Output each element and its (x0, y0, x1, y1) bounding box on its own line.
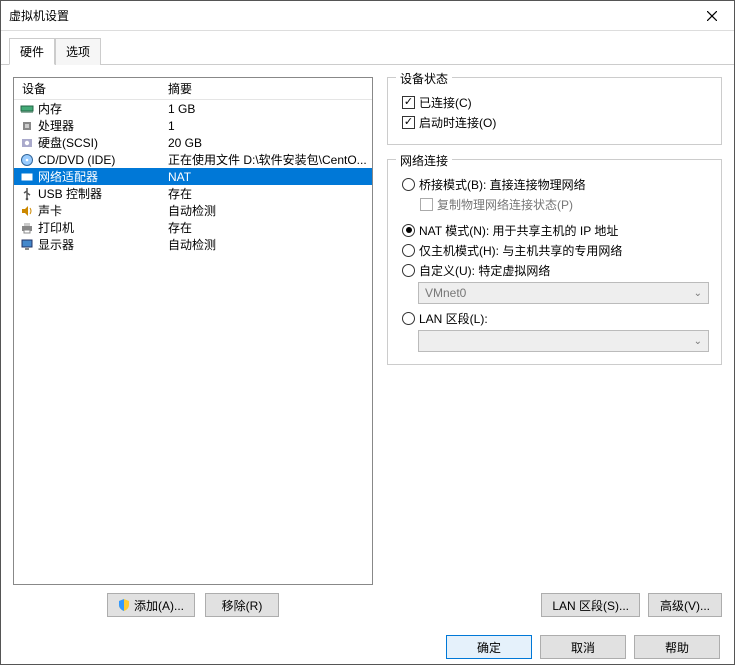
device-row-disk[interactable]: 硬盘(SCSI)20 GB (14, 134, 372, 151)
ok-button[interactable]: 确定 (446, 635, 532, 659)
device-row-net[interactable]: 网络适配器NAT (14, 168, 372, 185)
device-summary: 1 (164, 119, 372, 133)
device-summary: 20 GB (164, 136, 372, 150)
device-row-print[interactable]: 打印机存在 (14, 219, 372, 236)
lan-segments-button[interactable]: LAN 区段(S)... (541, 593, 640, 617)
device-name: 网络适配器 (36, 168, 164, 185)
lan-label: LAN 区段(L): (419, 310, 488, 327)
connect-on-label: 启动时连接(O) (419, 114, 496, 131)
add-button[interactable]: 添加(A)... (107, 593, 195, 617)
content-area: 设备 摘要 内存1 GB处理器1硬盘(SCSI)20 GBCD/DVD (IDE… (1, 65, 734, 625)
display-icon (18, 238, 36, 252)
device-summary: NAT (164, 170, 372, 184)
host-label: 仅主机模式(H): 与主机共享的专用网络 (419, 242, 622, 259)
device-row-memory[interactable]: 内存1 GB (14, 100, 372, 117)
radio-nat[interactable]: NAT 模式(N): 用于共享主机的 IP 地址 (400, 220, 709, 240)
header-device: 设备 (14, 80, 164, 97)
network-group: 网络连接 桥接模式(B): 直接连接物理网络 复制物理网络连接状态(P) NAT… (387, 159, 722, 365)
custom-label: 自定义(U): 特定虚拟网络 (419, 262, 550, 279)
radio-off-icon (402, 244, 415, 257)
hw-buttons: 添加(A)... 移除(R) (13, 593, 373, 617)
header-summary: 摘要 (164, 80, 372, 97)
radio-hostonly[interactable]: 仅主机模式(H): 与主机共享的专用网络 (400, 240, 709, 260)
help-button[interactable]: 帮助 (634, 635, 720, 659)
device-name: 显示器 (36, 236, 164, 253)
device-summary: 正在使用文件 D:\软件安装包\CentO... (164, 151, 372, 168)
bridge-label: 桥接模式(B): 直接连接物理网络 (419, 176, 586, 193)
group-title-network: 网络连接 (396, 152, 452, 169)
checkbox-on-icon (402, 96, 415, 109)
radio-off-icon (402, 312, 415, 325)
nat-label: NAT 模式(N): 用于共享主机的 IP 地址 (419, 222, 618, 239)
device-summary: 自动检测 (164, 236, 372, 253)
vmnet-combo: VMnet0 ⌄ (418, 282, 709, 304)
close-icon (707, 11, 717, 21)
right-footer-buttons: LAN 区段(S)... 高级(V)... (387, 589, 722, 617)
radio-bridge[interactable]: 桥接模式(B): 直接连接物理网络 (400, 174, 709, 194)
device-row-cpu[interactable]: 处理器1 (14, 117, 372, 134)
group-title-status: 设备状态 (396, 70, 452, 87)
sound-icon (18, 204, 36, 218)
disk-icon (18, 136, 36, 150)
radio-off-icon (402, 178, 415, 191)
remove-button[interactable]: 移除(R) (205, 593, 279, 617)
add-label: 添加(A)... (134, 597, 184, 614)
vmnet-value: VMnet0 (425, 286, 466, 300)
title-bar: 虚拟机设置 (1, 1, 734, 31)
device-name: 声卡 (36, 202, 164, 219)
radio-lan-segment[interactable]: LAN 区段(L): (400, 308, 709, 328)
right-panel: 设备状态 已连接(C) 启动时连接(O) 网络连接 桥接模式(B): 直接连接物… (387, 77, 722, 617)
tab-options[interactable]: 选项 (55, 38, 101, 65)
net-icon (18, 170, 36, 184)
cpu-icon (18, 119, 36, 133)
advanced-button[interactable]: 高级(V)... (648, 593, 722, 617)
radio-off-icon (402, 264, 415, 277)
list-body: 内存1 GB处理器1硬盘(SCSI)20 GBCD/DVD (IDE)正在使用文… (14, 100, 372, 584)
left-panel: 设备 摘要 内存1 GB处理器1硬盘(SCSI)20 GBCD/DVD (IDE… (13, 77, 373, 617)
replicate-label: 复制物理网络连接状态(P) (437, 196, 573, 213)
device-summary: 存在 (164, 185, 372, 202)
dialog-footer: 确定 取消 帮助 (1, 625, 734, 669)
device-name: 内存 (36, 100, 164, 117)
lan-combo: ⌄ (418, 330, 709, 352)
print-icon (18, 221, 36, 235)
device-row-display[interactable]: 显示器自动检测 (14, 236, 372, 253)
connected-checkbox[interactable]: 已连接(C) (400, 92, 709, 112)
radio-on-icon (402, 224, 415, 237)
device-summary: 自动检测 (164, 202, 372, 219)
radio-custom[interactable]: 自定义(U): 特定虚拟网络 (400, 260, 709, 280)
list-header: 设备 摘要 (14, 78, 372, 100)
usb-icon (18, 187, 36, 201)
device-name: 处理器 (36, 117, 164, 134)
checkbox-off-icon (420, 198, 433, 211)
close-button[interactable] (689, 1, 734, 30)
memory-icon (18, 102, 36, 116)
device-summary: 1 GB (164, 102, 372, 116)
device-name: USB 控制器 (36, 185, 164, 202)
device-row-sound[interactable]: 声卡自动检测 (14, 202, 372, 219)
chevron-down-icon: ⌄ (694, 336, 702, 347)
device-list: 设备 摘要 内存1 GB处理器1硬盘(SCSI)20 GBCD/DVD (IDE… (13, 77, 373, 585)
chevron-down-icon: ⌄ (694, 288, 702, 299)
tab-hardware[interactable]: 硬件 (9, 38, 55, 65)
checkbox-on-icon (402, 116, 415, 129)
connect-on-start-checkbox[interactable]: 启动时连接(O) (400, 112, 709, 132)
cd-icon (18, 153, 36, 167)
shield-icon (118, 599, 130, 611)
connected-label: 已连接(C) (419, 94, 472, 111)
device-name: 硬盘(SCSI) (36, 134, 164, 151)
cancel-button[interactable]: 取消 (540, 635, 626, 659)
window-title: 虚拟机设置 (9, 7, 69, 24)
device-name: 打印机 (36, 219, 164, 236)
device-row-cd[interactable]: CD/DVD (IDE)正在使用文件 D:\软件安装包\CentO... (14, 151, 372, 168)
device-summary: 存在 (164, 219, 372, 236)
device-name: CD/DVD (IDE) (36, 153, 164, 167)
device-row-usb[interactable]: USB 控制器存在 (14, 185, 372, 202)
replicate-checkbox: 复制物理网络连接状态(P) (418, 194, 709, 214)
device-status-group: 设备状态 已连接(C) 启动时连接(O) (387, 77, 722, 145)
tab-strip: 硬件 选项 (1, 31, 734, 65)
